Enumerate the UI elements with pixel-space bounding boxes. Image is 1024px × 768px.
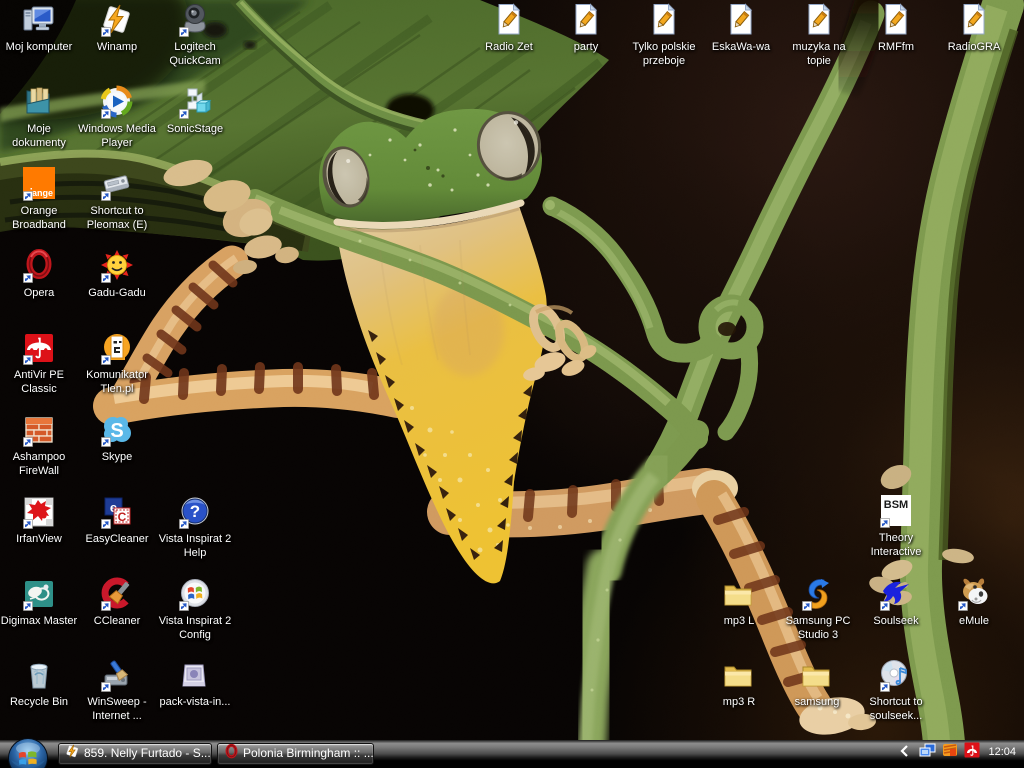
svg-text:C: C	[118, 510, 127, 524]
svg-text:BSM: BSM	[884, 499, 908, 511]
svg-text:ange: ange	[32, 188, 53, 198]
svg-text:?: ?	[190, 502, 200, 521]
svg-text:S: S	[110, 420, 123, 442]
